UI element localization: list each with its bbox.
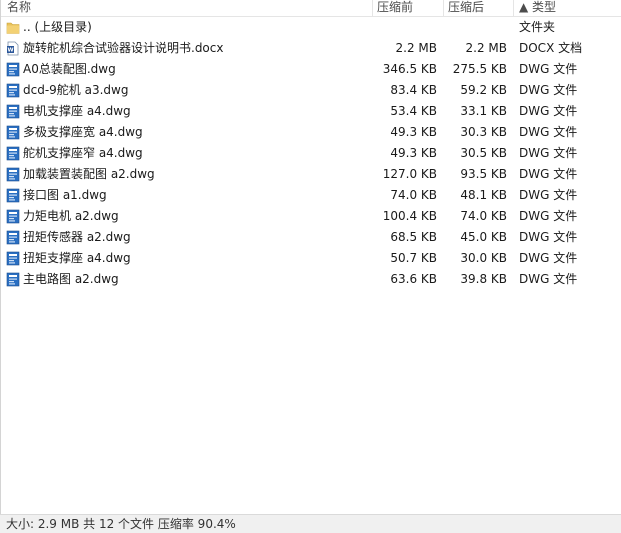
file-name: 接口图 a1.dwg bbox=[23, 188, 107, 202]
dwg-file-icon bbox=[6, 251, 20, 266]
file-size-before: 74.0 KB bbox=[390, 188, 437, 202]
dwg-file-icon bbox=[6, 62, 20, 77]
file-row[interactable]: .. (上级目录) 文件夹 bbox=[1, 17, 621, 38]
file-size-after: 48.1 KB bbox=[460, 188, 507, 202]
file-size-after: 59.2 KB bbox=[460, 83, 507, 97]
file-size-before bbox=[377, 17, 437, 38]
file-row[interactable]: 舵机支撑座窄 a4.dwg 49.3 KB 30.5 KB DWG 文件 bbox=[1, 143, 621, 164]
file-type: DWG 文件 bbox=[519, 272, 578, 286]
svg-text:W: W bbox=[7, 48, 13, 54]
file-size-after: 33.1 KB bbox=[460, 104, 507, 118]
file-name: .. (上级目录) bbox=[23, 20, 92, 34]
file-name: 旋转舵机综合试验器设计说明书.docx bbox=[23, 41, 224, 55]
file-size-after bbox=[447, 17, 507, 38]
file-size-after: 30.5 KB bbox=[460, 146, 507, 160]
file-name: 力矩电机 a2.dwg bbox=[23, 209, 119, 223]
file-type: DWG 文件 bbox=[519, 83, 578, 97]
file-size-after: 39.8 KB bbox=[460, 272, 507, 286]
file-type: 文件夹 bbox=[519, 20, 556, 34]
file-row[interactable]: 力矩电机 a2.dwg 100.4 KB 74.0 KB DWG 文件 bbox=[1, 206, 621, 227]
file-type: DWG 文件 bbox=[519, 167, 578, 181]
file-name: 舵机支撑座窄 a4.dwg bbox=[23, 146, 143, 160]
dwg-file-icon bbox=[6, 272, 20, 287]
file-row[interactable]: 多极支撑座宽 a4.dwg 49.3 KB 30.3 KB DWG 文件 bbox=[1, 122, 621, 143]
file-size-before: 127.0 KB bbox=[382, 167, 437, 181]
file-size-before: 50.7 KB bbox=[390, 251, 437, 265]
file-type: DWG 文件 bbox=[519, 230, 578, 244]
folder-icon bbox=[6, 20, 20, 35]
file-name: A0总装配图.dwg bbox=[23, 62, 116, 76]
file-size-before: 2.2 MB bbox=[395, 41, 437, 55]
file-type: DWG 文件 bbox=[519, 146, 578, 160]
file-row[interactable]: 扭矩传感器 a2.dwg 68.5 KB 45.0 KB DWG 文件 bbox=[1, 227, 621, 248]
column-header-size[interactable]: 压缩后 bbox=[448, 0, 484, 16]
dwg-file-icon bbox=[6, 209, 20, 224]
file-name: 主电路图 a2.dwg bbox=[23, 272, 119, 286]
column-header: 名称 压缩前 压缩后 ▲ 类型 bbox=[1, 0, 621, 17]
column-header-packed[interactable]: 压缩前 bbox=[377, 0, 413, 16]
dwg-file-icon bbox=[6, 230, 20, 245]
file-size-before: 53.4 KB bbox=[390, 104, 437, 118]
word-document-icon: W bbox=[6, 41, 20, 56]
file-size-before: 63.6 KB bbox=[390, 272, 437, 286]
file-type: DWG 文件 bbox=[519, 62, 578, 76]
file-name: 多极支撑座宽 a4.dwg bbox=[23, 125, 143, 139]
file-size-before: 49.3 KB bbox=[390, 146, 437, 160]
file-name: 加载装置装配图 a2.dwg bbox=[23, 167, 155, 181]
dwg-file-icon bbox=[6, 125, 20, 140]
file-size-after: 74.0 KB bbox=[460, 209, 507, 223]
file-type: DWG 文件 bbox=[519, 104, 578, 118]
file-name: dcd-9舵机 a3.dwg bbox=[23, 83, 129, 97]
dwg-file-icon bbox=[6, 188, 20, 203]
file-row[interactable]: 接口图 a1.dwg 74.0 KB 48.1 KB DWG 文件 bbox=[1, 185, 621, 206]
file-row[interactable]: A0总装配图.dwg 346.5 KB 275.5 KB DWG 文件 bbox=[1, 59, 621, 80]
column-divider[interactable] bbox=[372, 0, 373, 16]
status-bar: 大小: 2.9 MB 共 12 个文件 压缩率 90.4% bbox=[0, 514, 621, 533]
file-size-after: 30.0 KB bbox=[460, 251, 507, 265]
column-header-name[interactable]: 名称 bbox=[7, 0, 31, 16]
file-type: DWG 文件 bbox=[519, 125, 578, 139]
file-row[interactable]: dcd-9舵机 a3.dwg 83.4 KB 59.2 KB DWG 文件 bbox=[1, 80, 621, 101]
file-row[interactable]: 扭矩支撑座 a4.dwg 50.7 KB 30.0 KB DWG 文件 bbox=[1, 248, 621, 269]
file-size-before: 346.5 KB bbox=[382, 62, 437, 76]
file-size-after: 30.3 KB bbox=[460, 125, 507, 139]
file-type: DOCX 文档 bbox=[519, 41, 583, 55]
dwg-file-icon bbox=[6, 146, 20, 161]
file-size-after: 275.5 KB bbox=[452, 62, 507, 76]
file-size-before: 83.4 KB bbox=[390, 83, 437, 97]
file-size-before: 49.3 KB bbox=[390, 125, 437, 139]
column-divider[interactable] bbox=[443, 0, 444, 16]
file-name: 电机支撑座 a4.dwg bbox=[23, 104, 131, 118]
file-row[interactable]: 电机支撑座 a4.dwg 53.4 KB 33.1 KB DWG 文件 bbox=[1, 101, 621, 122]
dwg-file-icon bbox=[6, 167, 20, 182]
dwg-file-icon bbox=[6, 83, 20, 98]
file-list: .. (上级目录) 文件夹 W 旋转舵机综合试验器设计说明书.docx 2.2 MB 2.… bbox=[1, 17, 621, 290]
file-size-after: 45.0 KB bbox=[460, 230, 507, 244]
file-row[interactable]: 加载装置装配图 a2.dwg 127.0 KB 93.5 KB DWG 文件 bbox=[1, 164, 621, 185]
file-row[interactable]: 主电路图 a2.dwg 63.6 KB 39.8 KB DWG 文件 bbox=[1, 269, 621, 290]
file-type: DWG 文件 bbox=[519, 251, 578, 265]
file-size-after: 93.5 KB bbox=[460, 167, 507, 181]
file-type: DWG 文件 bbox=[519, 188, 578, 202]
column-divider[interactable] bbox=[513, 0, 514, 16]
status-text: 大小: 2.9 MB 共 12 个文件 压缩率 90.4% bbox=[6, 517, 236, 531]
file-size-after: 2.2 MB bbox=[465, 41, 507, 55]
file-name: 扭矩传感器 a2.dwg bbox=[23, 230, 131, 244]
dwg-file-icon bbox=[6, 104, 20, 119]
column-header-type[interactable]: ▲ 类型 bbox=[519, 0, 556, 16]
file-name: 扭矩支撑座 a4.dwg bbox=[23, 251, 131, 265]
file-type: DWG 文件 bbox=[519, 209, 578, 223]
file-size-before: 68.5 KB bbox=[390, 230, 437, 244]
file-row[interactable]: W 旋转舵机综合试验器设计说明书.docx 2.2 MB 2.2 MB DOCX 文档 bbox=[1, 38, 621, 59]
file-size-before: 100.4 KB bbox=[382, 209, 437, 223]
